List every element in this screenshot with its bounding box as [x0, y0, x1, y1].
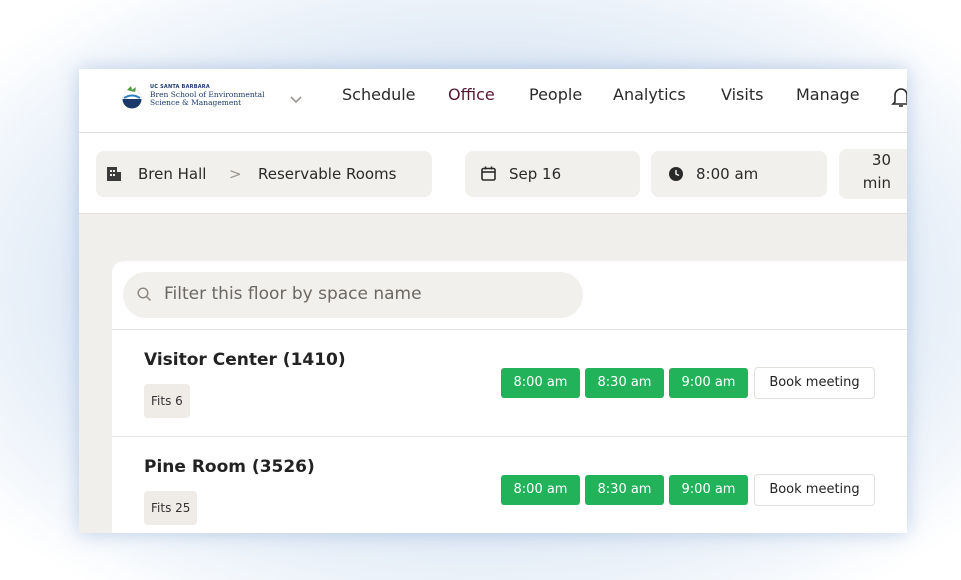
- filter-placeholder: Filter this floor by space name: [164, 284, 422, 304]
- brand-line-3: Science & Management: [150, 98, 242, 107]
- time-slot-button[interactable]: 9:00 am: [669, 368, 748, 398]
- nav-people[interactable]: People: [529, 85, 582, 104]
- chevron-down-icon[interactable]: [290, 96, 302, 104]
- room-name: Pine Room (3526): [144, 457, 315, 477]
- breadcrumb-separator: >: [229, 165, 242, 183]
- book-meeting-button[interactable]: Book meeting: [754, 367, 875, 399]
- notifications-bell-icon[interactable]: [891, 85, 907, 109]
- room-name: Visitor Center (1410): [144, 350, 346, 370]
- time-slot-button[interactable]: 8:00 am: [501, 368, 580, 398]
- time-slot-button[interactable]: 8:00 am: [501, 475, 580, 505]
- room-list-card: Filter this floor by space name Visitor …: [112, 261, 907, 533]
- calendar-icon: [481, 166, 496, 181]
- building-icon: [107, 167, 121, 181]
- room-row[interactable]: Visitor Center (1410) Fits 6 8:00 am 8:3…: [112, 329, 907, 436]
- top-navigation: UC SANTA BARBARA Bren School of Environm…: [79, 69, 907, 133]
- clock-icon: [669, 167, 683, 181]
- nav-manage[interactable]: Manage: [796, 85, 860, 104]
- time-slot-button[interactable]: 8:30 am: [585, 475, 664, 505]
- nav-schedule[interactable]: Schedule: [342, 85, 416, 104]
- duration-unit: min: [862, 174, 891, 192]
- nav-office[interactable]: Office: [448, 85, 495, 104]
- org-logo[interactable]: UC SANTA BARBARA Bren School of Environm…: [119, 81, 265, 117]
- nav-analytics[interactable]: Analytics: [613, 85, 686, 104]
- book-meeting-button[interactable]: Book meeting: [754, 474, 875, 506]
- area-name: Reservable Rooms: [258, 165, 397, 183]
- nav-visits[interactable]: Visits: [721, 85, 763, 104]
- app-window: UC SANTA BARBARA Bren School of Environm…: [79, 69, 907, 533]
- room-row[interactable]: Pine Room (3526) Fits 25 8:00 am 8:30 am…: [112, 436, 907, 533]
- duration-picker[interactable]: 30 min: [839, 149, 907, 199]
- date-picker[interactable]: Sep 16: [465, 151, 640, 197]
- space-filter-input[interactable]: Filter this floor by space name: [123, 272, 583, 318]
- duration-value: 30: [871, 151, 891, 169]
- time-slot-button[interactable]: 9:00 am: [669, 475, 748, 505]
- building-name: Bren Hall: [138, 165, 207, 183]
- time-slot-button[interactable]: 8:30 am: [585, 368, 664, 398]
- time-picker[interactable]: 8:00 am: [651, 151, 827, 197]
- capacity-badge: Fits 25: [144, 491, 198, 525]
- selected-time: 8:00 am: [696, 165, 759, 183]
- selected-date: Sep 16: [509, 165, 562, 183]
- search-icon: [137, 287, 151, 301]
- filter-bar: Bren Hall > Reservable Rooms Sep 16 8:00…: [79, 133, 907, 214]
- location-breadcrumb[interactable]: Bren Hall > Reservable Rooms: [96, 151, 432, 197]
- capacity-badge: Fits 6: [144, 384, 190, 418]
- bren-logo-icon: [122, 86, 142, 109]
